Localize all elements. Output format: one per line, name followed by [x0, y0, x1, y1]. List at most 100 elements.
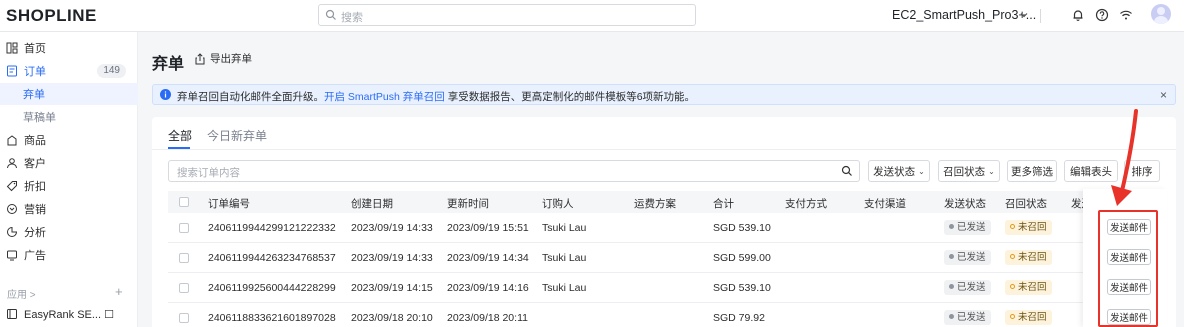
sidebar-item-ads[interactable]: 广告	[0, 244, 138, 266]
sidebar-item-label: EasyRank SE... ☐	[24, 308, 114, 321]
sidebar-item-marketing[interactable]: 营销	[0, 198, 138, 220]
annotation-arrow-icon	[1111, 109, 1138, 206]
row-checkbox[interactable]	[179, 253, 189, 263]
apps-section-label[interactable]: 应用 >	[7, 286, 36, 301]
app-icon	[7, 309, 17, 319]
more-filters-button[interactable]: 更多筛选	[1007, 160, 1057, 182]
row-checkbox[interactable]	[179, 223, 189, 233]
recall-status-badge: 未召回	[1005, 310, 1052, 325]
buyer-name: Tsuki Lau	[542, 282, 587, 294]
created-date: 2023/09/18 20:10	[351, 312, 433, 324]
column-header[interactable]: 支付方式	[785, 196, 827, 211]
select-all-checkbox[interactable]	[179, 197, 189, 207]
order-id[interactable]: 2406118833621601897028	[208, 312, 336, 324]
chevron-down-icon: ⌄	[918, 166, 925, 176]
shopline-logo[interactable]: SHOPLINE	[6, 6, 97, 26]
column-header[interactable]: 更新时间	[447, 196, 489, 211]
table-row[interactable]: 2406118833621601897028 2023/09/18 20:10 …	[168, 303, 1161, 327]
order-search-input[interactable]: 搜索订单内容	[168, 160, 860, 182]
export-label: 导出弃单	[210, 53, 252, 65]
order-id[interactable]: 2406119944299121222332	[208, 222, 336, 234]
order-id[interactable]: 2406119925600444228299	[208, 282, 336, 294]
sidebar-item-label: 弃单	[23, 89, 45, 101]
recall-status-text: 未召回	[1018, 252, 1047, 263]
sidebar-item-app-easyrank[interactable]: EasyRank SE... ☐	[0, 303, 138, 325]
column-header[interactable]: 发送状态	[944, 196, 986, 211]
annotation-highlight-box	[1098, 210, 1158, 327]
row-checkbox[interactable]	[179, 313, 189, 323]
tab-today-new[interactable]: 今日新弃单	[207, 127, 267, 144]
info-banner: 弃单召回自动化邮件全面升级。开启 SmartPush 弃单召回 享受数据报告、更…	[152, 84, 1176, 105]
column-header[interactable]: 订购人	[542, 196, 574, 211]
sidebar-item-label: 折扣	[24, 181, 46, 193]
order-total: SGD 539.10	[713, 282, 771, 294]
store-switcher[interactable]: EC2_SmartPush_Pro3+...	[892, 8, 1036, 22]
order-count-badge: 149	[97, 64, 126, 78]
sidebar-item-abandoned[interactable]: 弃单	[0, 83, 138, 105]
wifi-icon[interactable]	[1119, 8, 1133, 22]
sidebar-item-customers[interactable]: 客户	[0, 152, 138, 174]
status-dot	[1010, 224, 1015, 229]
discount-icon	[6, 181, 17, 192]
row-checkbox[interactable]	[179, 283, 189, 293]
global-search-input[interactable]: 搜索	[318, 4, 696, 26]
column-header[interactable]: 合计	[713, 196, 734, 211]
home-icon	[6, 42, 18, 54]
avatar[interactable]	[1151, 4, 1171, 24]
smartpush-link[interactable]: 开启 SmartPush 弃单召回	[324, 91, 445, 103]
status-dot	[1010, 284, 1015, 289]
send-status-badge: 已发送	[944, 280, 991, 295]
order-icon	[7, 65, 17, 77]
send-status-text: 已发送	[957, 312, 986, 323]
divider	[152, 149, 1176, 150]
table-row[interactable]: 2406119944263234768537 2023/09/19 14:33 …	[168, 243, 1161, 273]
search-icon[interactable]	[841, 165, 853, 177]
recall-status-text: 未召回	[1018, 312, 1047, 323]
recall-status-filter[interactable]: 召回状态 ⌄	[938, 160, 1000, 182]
column-header[interactable]: 运费方案	[634, 196, 676, 211]
order-id[interactable]: 2406119944263234768537	[208, 252, 336, 264]
search-icon	[325, 9, 336, 20]
search-placeholder: 搜索	[341, 12, 363, 24]
buyer-name: Tsuki Lau	[542, 222, 587, 234]
column-header[interactable]: 支付渠道	[864, 196, 906, 211]
order-total: SGD 599.00	[713, 252, 771, 264]
ads-icon	[7, 250, 17, 261]
sidebar-item-label: 订单	[24, 66, 46, 78]
sidebar-item-orders[interactable]: 订单 149	[0, 60, 138, 82]
add-app-button[interactable]: +	[115, 284, 123, 299]
column-header[interactable]: 创建日期	[351, 196, 393, 211]
close-icon[interactable]: ×	[1160, 88, 1167, 102]
search-placeholder: 搜索订单内容	[177, 167, 240, 179]
send-status-text: 已发送	[957, 252, 986, 263]
column-header[interactable]: 订单编号	[208, 196, 250, 211]
sidebar-item-discounts[interactable]: 折扣	[0, 175, 138, 197]
banner-text-before: 弃单召回自动化邮件全面升级。	[177, 91, 324, 103]
tab-all[interactable]: 全部	[168, 127, 192, 144]
bell-icon[interactable]	[1071, 8, 1085, 22]
sidebar-item-drafts[interactable]: 草稿单	[0, 106, 138, 128]
table-row[interactable]: 2406119925600444228299 2023/09/19 14:15 …	[168, 273, 1161, 303]
table-row[interactable]: 2406119944299121222332 2023/09/19 14:33 …	[168, 213, 1161, 243]
send-status-badge: 已发送	[944, 250, 991, 265]
chevron-down-icon[interactable]	[1019, 10, 1029, 20]
recall-status-text: 未召回	[1018, 222, 1047, 233]
sidebar-item-home[interactable]: 首页	[0, 37, 138, 59]
banner-text-after: 享受数据报告、更高定制化的邮件模板等6项新功能。	[444, 91, 696, 103]
sidebar-item-label: 营销	[24, 204, 46, 216]
sidebar: 首页 订单 149 弃单 草稿单 商品 客户 折扣 营销 分析 广告 应用 > …	[0, 32, 138, 327]
help-icon[interactable]	[1095, 8, 1109, 22]
export-icon	[195, 52, 205, 64]
updated-time: 2023/09/19 15:51	[447, 222, 529, 234]
updated-time: 2023/09/19 14:16	[447, 282, 529, 294]
sidebar-item-products[interactable]: 商品	[0, 129, 138, 151]
send-status-filter[interactable]: 发送状态 ⌄	[868, 160, 930, 182]
sidebar-item-analytics[interactable]: 分析	[0, 221, 138, 243]
table-header: 订单编号 创建日期 更新时间 订购人 运费方案 合计 支付方式 支付渠道 发送状…	[168, 191, 1161, 213]
buyer-name: Tsuki Lau	[542, 252, 587, 264]
page-title: 弃单	[152, 56, 185, 73]
filter-label: 发送状态	[873, 165, 916, 178]
export-abandoned-button[interactable]: 导出弃单	[194, 51, 252, 66]
column-header[interactable]: 召回状态	[1005, 196, 1047, 211]
top-bar: SHOPLINE 搜索 EC2_SmartPush_Pro3+...	[0, 0, 1184, 32]
